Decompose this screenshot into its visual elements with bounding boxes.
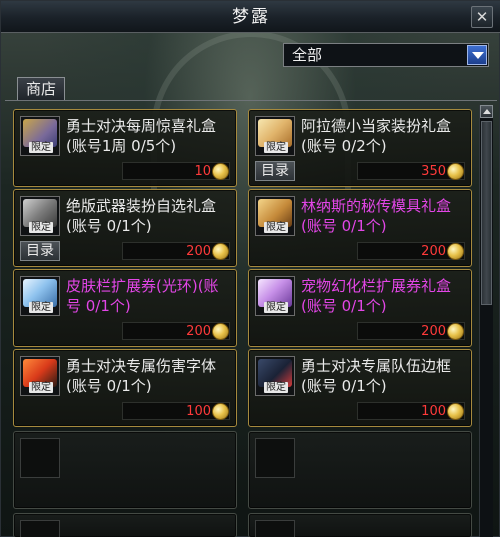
shop-item-card[interactable]: 限定 勇士对决专属伤害字体(账号 0/1个) 100 xyxy=(13,349,237,427)
tab-shop[interactable]: 商店 xyxy=(17,77,65,101)
coin-icon xyxy=(212,323,229,340)
price-box: 200 xyxy=(357,322,465,340)
coin-icon xyxy=(212,163,229,180)
item-name: 皮肤栏扩展券(光环)(账号 0/1个) xyxy=(66,277,219,315)
shop-item-card[interactable]: 限定 绝版武器装扮自选礼盒(账号 0/1个) 目录 200 xyxy=(13,189,237,267)
item-price: 350 xyxy=(421,164,446,179)
item-icon-slot: 限定 xyxy=(255,116,295,156)
scrollbar[interactable] xyxy=(479,105,493,537)
item-icon-slot: 限定 xyxy=(255,356,295,396)
coin-icon xyxy=(212,243,229,260)
shop-item-card[interactable]: 限定 宠物幻化栏扩展券礼盒(账号 0/1个) 200 xyxy=(248,269,472,347)
item-icon-slot: 限定 xyxy=(20,276,60,316)
item-icon-slot: 限定 xyxy=(20,196,60,236)
item-price: 200 xyxy=(421,244,446,259)
title-bar[interactable]: 梦露 ✕ xyxy=(1,1,500,33)
item-icon-slot xyxy=(255,520,295,537)
limited-badge: 限定 xyxy=(29,382,53,393)
item-name: 阿拉德小当家装扮礼盒(账号 0/2个) xyxy=(301,117,452,155)
price-box: 100 xyxy=(122,402,230,420)
item-name: 宠物幻化栏扩展券礼盒(账号 0/1个) xyxy=(301,277,452,315)
empty-item-slot xyxy=(248,431,472,509)
item-price: 100 xyxy=(421,404,446,419)
shop-window: 梦露 ✕ 全部 商店 限定 勇士对决每周惊喜礼盒(账号1周 0/5个) 10 限… xyxy=(0,0,500,537)
item-name: 勇士对决专属伤害字体(账号 0/1个) xyxy=(66,357,217,395)
coin-icon xyxy=(447,243,464,260)
price-box: 200 xyxy=(122,242,230,260)
item-name: 林纳斯的秘传模具礼盒(账号 0/1个) xyxy=(301,197,452,235)
limited-badge: 限定 xyxy=(29,142,53,153)
item-price: 200 xyxy=(186,324,211,339)
coin-icon xyxy=(447,403,464,420)
coin-icon xyxy=(447,163,464,180)
item-icon-slot xyxy=(20,520,60,537)
price-box: 200 xyxy=(122,322,230,340)
shop-item-card[interactable]: 限定 阿拉德小当家装扮礼盒(账号 0/2个) 目录 350 xyxy=(248,109,472,187)
coin-icon xyxy=(212,403,229,420)
item-icon-slot xyxy=(255,438,295,478)
coin-icon xyxy=(447,323,464,340)
shop-item-card[interactable]: 限定 勇士对决每周惊喜礼盒(账号1周 0/5个) 10 xyxy=(13,109,237,187)
item-price: 100 xyxy=(186,404,211,419)
shop-item-card[interactable]: 限定 皮肤栏扩展券(光环)(账号 0/1个) 200 xyxy=(13,269,237,347)
chevron-down-icon[interactable] xyxy=(467,45,487,65)
item-price: 10 xyxy=(194,164,211,179)
item-icon-slot: 限定 xyxy=(255,276,295,316)
category-filter-dropdown[interactable]: 全部 xyxy=(283,43,489,67)
limited-badge: 限定 xyxy=(264,382,288,393)
price-box: 200 xyxy=(357,242,465,260)
item-price: 200 xyxy=(421,324,446,339)
empty-item-slot xyxy=(13,431,237,509)
price-box: 10 xyxy=(122,162,230,180)
item-name: 勇士对决专属队伍边框(账号 0/1个) xyxy=(301,357,452,395)
filter-selected-value: 全部 xyxy=(292,46,323,64)
shop-item-card[interactable]: 限定 林纳斯的秘传模具礼盒(账号 0/1个) 200 xyxy=(248,189,472,267)
limited-badge: 限定 xyxy=(29,222,53,233)
item-icon-slot xyxy=(20,438,60,478)
scroll-thumb[interactable] xyxy=(481,121,492,305)
window-title: 梦露 xyxy=(232,7,270,27)
item-name: 勇士对决每周惊喜礼盒(账号1周 0/5个) xyxy=(66,117,217,155)
catalog-button[interactable]: 目录 xyxy=(255,161,295,181)
price-box: 100 xyxy=(357,402,465,420)
limited-badge: 限定 xyxy=(29,302,53,313)
empty-item-slot xyxy=(248,513,472,537)
item-icon-slot: 限定 xyxy=(20,116,60,156)
item-name: 绝版武器装扮自选礼盒(账号 0/1个) xyxy=(66,197,217,235)
shop-item-card[interactable]: 限定 勇士对决专属队伍边框(账号 0/1个) 100 xyxy=(248,349,472,427)
price-box: 350 xyxy=(357,162,465,180)
catalog-button[interactable]: 目录 xyxy=(20,241,60,261)
item-icon-slot: 限定 xyxy=(20,356,60,396)
limited-badge: 限定 xyxy=(264,142,288,153)
limited-badge: 限定 xyxy=(264,222,288,233)
limited-badge: 限定 xyxy=(264,302,288,313)
empty-item-slot xyxy=(13,513,237,537)
item-price: 200 xyxy=(186,244,211,259)
scroll-up-arrow-icon[interactable] xyxy=(480,105,493,118)
close-button[interactable]: ✕ xyxy=(471,6,493,28)
item-icon-slot: 限定 xyxy=(255,196,295,236)
